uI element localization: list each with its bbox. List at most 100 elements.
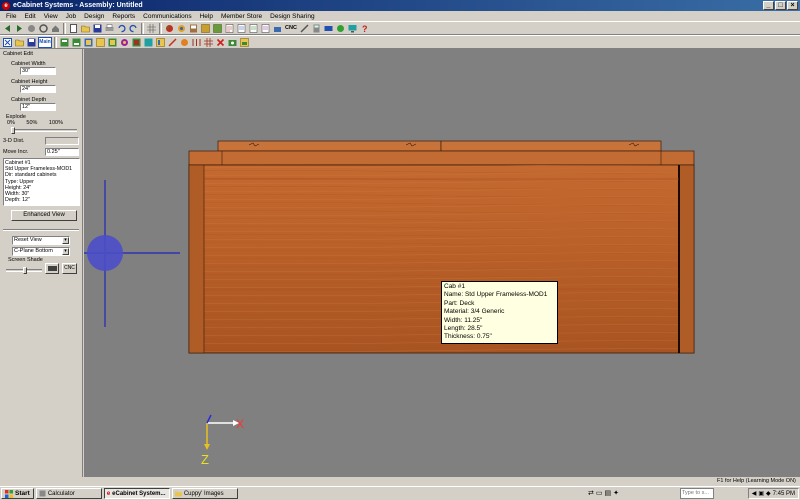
- shop-tool-icon[interactable]: [272, 23, 283, 34]
- color-wheel-icon[interactable]: [176, 23, 187, 34]
- undo-icon[interactable]: [116, 23, 127, 34]
- render-icon[interactable]: [239, 37, 250, 48]
- menu-design[interactable]: Design: [80, 13, 108, 20]
- globe-icon[interactable]: [335, 23, 346, 34]
- report-icon[interactable]: [224, 23, 235, 34]
- cabinet-depth-field[interactable]: 12": [20, 103, 56, 111]
- save-cabinet-icon[interactable]: [26, 37, 37, 48]
- forward-icon[interactable]: [14, 23, 25, 34]
- paint-icon[interactable]: [164, 23, 175, 34]
- menu-communications[interactable]: Communications: [139, 13, 195, 20]
- cabinet-render[interactable]: X Z: [84, 49, 800, 487]
- add-shelf-icon[interactable]: [71, 37, 82, 48]
- cplane-select[interactable]: C-Plane Bottom ▾: [12, 247, 70, 256]
- home-icon[interactable]: [50, 23, 61, 34]
- move-incr-field[interactable]: 0.25": [45, 148, 79, 156]
- joint-icon[interactable]: [179, 37, 190, 48]
- task-images-folder[interactable]: Cuppy' Images: [171, 488, 238, 499]
- volume-icon[interactable]: ◀: [752, 490, 757, 497]
- view-select[interactable]: Reset View ▾: [12, 236, 70, 245]
- menu-view[interactable]: View: [40, 13, 62, 20]
- open-folder-icon[interactable]: [80, 23, 91, 34]
- maximize-button[interactable]: □: [775, 1, 786, 10]
- menu-job[interactable]: Job: [62, 13, 80, 20]
- add-door-icon[interactable]: [95, 37, 106, 48]
- security-icon[interactable]: ◆: [766, 490, 771, 497]
- dimension-icon[interactable]: [155, 37, 166, 48]
- menu-help[interactable]: Help: [196, 13, 217, 20]
- cabinet-library-icon[interactable]: [188, 23, 199, 34]
- report-cut-icon[interactable]: [248, 23, 259, 34]
- network-tray-icon[interactable]: ⇄: [588, 489, 594, 497]
- cabinet-height-field[interactable]: 24": [20, 85, 56, 93]
- refresh-icon[interactable]: [38, 23, 49, 34]
- left-side-panel[interactable]: [188, 164, 205, 354]
- top-rail[interactable]: [188, 150, 695, 166]
- open-cabinet-icon[interactable]: [14, 37, 25, 48]
- monitor-tray-icon[interactable]: ▭: [596, 489, 603, 497]
- cnc-button[interactable]: CNC: [62, 263, 77, 274]
- clock[interactable]: 7:45 PM: [773, 491, 795, 497]
- main-view-button[interactable]: Main: [38, 36, 52, 48]
- tools-icon[interactable]: [299, 23, 310, 34]
- network-icon[interactable]: [323, 23, 334, 34]
- back-icon[interactable]: [2, 23, 13, 34]
- screen-shade-thumb[interactable]: [23, 266, 27, 274]
- menu-reports[interactable]: Reports: [108, 13, 139, 20]
- chevron-down-icon[interactable]: ▾: [62, 237, 69, 244]
- groove-icon[interactable]: [191, 37, 202, 48]
- report-list-icon[interactable]: [236, 23, 247, 34]
- close-button[interactable]: ×: [787, 1, 798, 10]
- tooltip-line: Thickness: 0.75": [444, 333, 492, 341]
- calculator-icon[interactable]: [311, 23, 322, 34]
- start-button[interactable]: Start: [1, 488, 34, 499]
- task-calculator[interactable]: Calculator: [35, 488, 102, 499]
- monitor-icon[interactable]: [347, 23, 358, 34]
- menu-file[interactable]: File: [2, 13, 20, 20]
- minimize-button[interactable]: _: [763, 1, 774, 10]
- drill-icon[interactable]: [167, 37, 178, 48]
- redo-icon[interactable]: [128, 23, 139, 34]
- taskbar-search-input[interactable]: Type to s...: [680, 488, 714, 499]
- exit-icon[interactable]: [2, 37, 13, 48]
- add-part-icon[interactable]: [59, 37, 70, 48]
- explode-slider-thumb[interactable]: [11, 127, 15, 134]
- add-drawer-icon[interactable]: [83, 37, 94, 48]
- dist-field[interactable]: [45, 137, 79, 145]
- cnc-toolbar-button[interactable]: CNC: [284, 23, 298, 34]
- explode-slider[interactable]: [11, 127, 77, 134]
- menu-member-store[interactable]: Member Store: [217, 13, 266, 20]
- camera-icon[interactable]: [227, 37, 238, 48]
- room-icon[interactable]: [212, 23, 223, 34]
- screen-shade-slider[interactable]: [6, 266, 42, 274]
- chevron-down-icon[interactable]: ▾: [62, 248, 69, 255]
- wall-icon[interactable]: [200, 23, 211, 34]
- cabinet-width-field[interactable]: 30": [20, 67, 56, 75]
- enhanced-view-button[interactable]: Enhanced View: [11, 210, 77, 221]
- new-file-icon[interactable]: [68, 23, 79, 34]
- report-parts-icon[interactable]: [260, 23, 271, 34]
- hardware-icon[interactable]: [143, 37, 154, 48]
- top-deck[interactable]: [217, 140, 662, 152]
- delete-icon[interactable]: [215, 37, 226, 48]
- menu-edit[interactable]: Edit: [20, 13, 39, 20]
- help-icon[interactable]: ?: [359, 23, 370, 34]
- task-ecabinet[interactable]: e eCabinet System...: [103, 488, 170, 499]
- print-icon[interactable]: [104, 23, 115, 34]
- right-side-panel[interactable]: [678, 164, 695, 354]
- settings-tray-icon[interactable]: ✦: [613, 489, 619, 497]
- add-faceframe-icon[interactable]: [107, 37, 118, 48]
- dado-icon[interactable]: [203, 37, 214, 48]
- 3d-viewport[interactable]: X Z Cab #1 Name: Std Upper Frameless-MOD…: [84, 49, 800, 487]
- material-icon[interactable]: [119, 37, 130, 48]
- shade-preview-button[interactable]: [45, 263, 59, 274]
- move-gizmo[interactable]: [84, 180, 180, 327]
- cabinet-info-box: Cabinet #1 Std Upper Frameless-MOD1 Dir:…: [3, 158, 80, 206]
- stop-icon[interactable]: [26, 23, 37, 34]
- edge-band-icon[interactable]: [131, 37, 142, 48]
- network-icon[interactable]: ▣: [758, 490, 764, 497]
- printer-tray-icon[interactable]: ▤: [605, 489, 612, 497]
- grid-icon[interactable]: [146, 23, 157, 34]
- menu-design-sharing[interactable]: Design Sharing: [266, 13, 318, 20]
- save-icon[interactable]: [92, 23, 103, 34]
